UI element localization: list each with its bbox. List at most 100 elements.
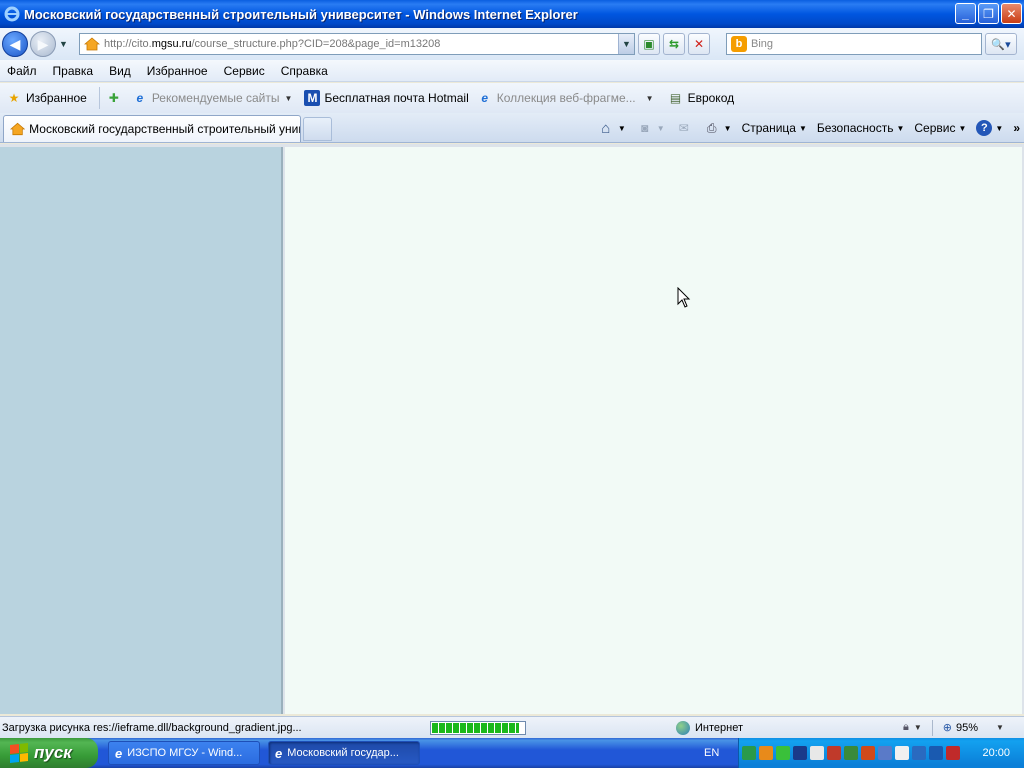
- tools-menu-label: Сервис: [914, 121, 956, 135]
- menu-file[interactable]: Файл: [0, 64, 45, 78]
- home-page-icon: [84, 37, 100, 51]
- progress-fill: [432, 722, 520, 733]
- taskbar-task-active[interactable]: e Московский государ...: [268, 741, 420, 765]
- euro-code-icon: ▤: [669, 91, 682, 105]
- history-dropdown[interactable]: ▼: [59, 39, 71, 49]
- forward-button[interactable]: ▶: [30, 31, 56, 57]
- more-commands-icon[interactable]: »: [1013, 121, 1020, 135]
- suggested-sites-link[interactable]: e Рекомендуемые сайты ▼: [132, 90, 293, 106]
- feeds-button[interactable]: ◙ ▼: [636, 120, 665, 136]
- rss-icon: ◙: [641, 121, 649, 135]
- window-controls: _ ❐ ✕: [955, 3, 1022, 24]
- url-text[interactable]: http://cito.mgsu.ru/course_structure.php…: [104, 38, 440, 50]
- system-tray: 20:00: [738, 738, 1024, 768]
- minimize-button[interactable]: _: [955, 3, 976, 24]
- command-bar: ⌂ ▼ ◙ ▼ ✉ ⎙ ▼ Страница ▼ Безопасность ▼ …: [587, 116, 1020, 140]
- close-button[interactable]: ✕: [1001, 3, 1022, 24]
- search-button[interactable]: 🔍▾: [985, 33, 1017, 55]
- suggested-sites-label: Рекомендуемые сайты: [151, 91, 280, 105]
- help-icon: ?: [976, 120, 993, 136]
- chevron-down-icon: ▼: [656, 123, 665, 133]
- tray-app-icon[interactable]: [776, 746, 790, 760]
- hotmail-label: Бесплатная почта Hotmail: [324, 91, 469, 105]
- chevron-down-icon: ▼: [958, 123, 967, 133]
- zoom-button[interactable]: ⊕ 95% ▼: [943, 721, 1004, 735]
- tray-app-icon[interactable]: [793, 746, 807, 760]
- chevron-down-icon: ▼: [896, 123, 905, 133]
- back-button[interactable]: ◀: [2, 31, 28, 57]
- safety-menu[interactable]: Безопасность ▼: [817, 121, 904, 135]
- search-placeholder: Bing: [751, 38, 774, 50]
- loading-progress-bar: [430, 720, 526, 735]
- refresh-button[interactable]: ⇆: [663, 33, 685, 55]
- volume-icon[interactable]: [861, 746, 875, 760]
- security-zone[interactable]: Интернет: [676, 720, 743, 735]
- taskbar-task[interactable]: e ИЗСПО МГСУ - Wind...: [108, 741, 260, 765]
- chevron-down-icon: ▼: [284, 93, 293, 103]
- start-button[interactable]: пуск: [0, 738, 98, 768]
- tools-menu[interactable]: Сервис ▼: [914, 121, 966, 135]
- search-box[interactable]: b Bing: [726, 33, 982, 55]
- chevron-down-icon: ▼: [996, 723, 1004, 732]
- status-text: Загрузка рисунка res://ieframe.dll/backg…: [2, 721, 302, 734]
- address-dropdown-button[interactable]: ▼: [618, 34, 634, 54]
- tab-active[interactable]: Московский государственный строительный …: [3, 115, 301, 142]
- home-icon: ⌂: [601, 119, 611, 137]
- stop-button[interactable]: ✕: [688, 33, 710, 55]
- compatibility-view-button[interactable]: ▣: [638, 33, 660, 55]
- protected-mode-icon: 🔒︎: [903, 721, 909, 733]
- hotmail-link[interactable]: M Бесплатная почта Hotmail: [304, 90, 469, 106]
- menu-tools[interactable]: Сервис: [216, 64, 273, 78]
- search-icon: 🔍▾: [991, 38, 1011, 51]
- tab-title: Московский государственный строительный …: [29, 122, 300, 136]
- tray-app-icon[interactable]: [759, 746, 773, 760]
- window-title: Московский государственный строительный …: [24, 6, 578, 22]
- tray-app-icon[interactable]: [929, 746, 943, 760]
- menu-help[interactable]: Справка: [273, 64, 336, 78]
- tray-app-icon[interactable]: [810, 746, 824, 760]
- favorites-separator: [98, 87, 100, 109]
- safety-menu-label: Безопасность: [816, 121, 894, 135]
- chevron-down-icon: ▼: [913, 723, 922, 732]
- mail-icon: ✉: [678, 121, 689, 135]
- read-mail-button[interactable]: ✉: [675, 120, 693, 136]
- left-frame: [0, 147, 283, 714]
- home-page-icon: [10, 122, 26, 136]
- favorites-bar: ★ Избранное ✚ e Рекомендуемые сайты ▼ M …: [0, 83, 1024, 113]
- tray-app-icon[interactable]: [878, 746, 892, 760]
- chevron-down-icon: ▼: [617, 123, 626, 133]
- help-button[interactable]: ? ▼: [976, 120, 1003, 136]
- address-bar[interactable]: http://cito.mgsu.ru/course_structure.php…: [79, 33, 635, 55]
- menu-view[interactable]: Вид: [101, 64, 139, 78]
- tray-app-icon[interactable]: [946, 746, 960, 760]
- taskbar-task-label: Московский государ...: [287, 747, 399, 759]
- taskbar-task-label: ИЗСПО МГСУ - Wind...: [127, 747, 243, 759]
- favorites-button[interactable]: ★ Избранное: [6, 90, 87, 106]
- stop-icon: ✕: [693, 37, 705, 51]
- tray-app-icon[interactable]: [895, 746, 909, 760]
- mouse-cursor-icon: [677, 287, 691, 308]
- arrow-left-icon: ◀: [9, 35, 21, 52]
- page-menu[interactable]: Страница ▼: [742, 121, 807, 135]
- web-slice-gallery-link[interactable]: e Коллекция веб-фрагме... ▼: [477, 90, 653, 106]
- tray-app-icon[interactable]: [844, 746, 858, 760]
- menu-edit[interactable]: Правка: [45, 64, 102, 78]
- new-tab-button[interactable]: [303, 117, 332, 141]
- printer-icon: ⎙: [706, 120, 717, 135]
- add-to-favorites-bar-button[interactable]: ✚: [106, 90, 126, 106]
- tray-app-icon[interactable]: [742, 746, 756, 760]
- euro-code-link[interactable]: ▤ Еврокод: [668, 90, 734, 106]
- menu-favorites[interactable]: Избранное: [139, 64, 216, 78]
- print-button[interactable]: ⎙ ▼: [703, 120, 732, 136]
- tray-app-icon[interactable]: [912, 746, 926, 760]
- maximize-button[interactable]: ❐: [978, 3, 999, 24]
- home-button[interactable]: ⌂ ▼: [597, 119, 626, 137]
- zone-label: Интернет: [695, 721, 743, 734]
- status-separator: [931, 719, 933, 736]
- protected-mode-button[interactable]: 🔒︎ ▼: [903, 721, 922, 734]
- compatibility-icon: ▣: [643, 37, 655, 51]
- star-icon: ★: [8, 91, 20, 105]
- tray-app-icon[interactable]: [827, 746, 841, 760]
- ie-logo-icon: [4, 6, 20, 22]
- language-indicator[interactable]: EN: [704, 747, 719, 759]
